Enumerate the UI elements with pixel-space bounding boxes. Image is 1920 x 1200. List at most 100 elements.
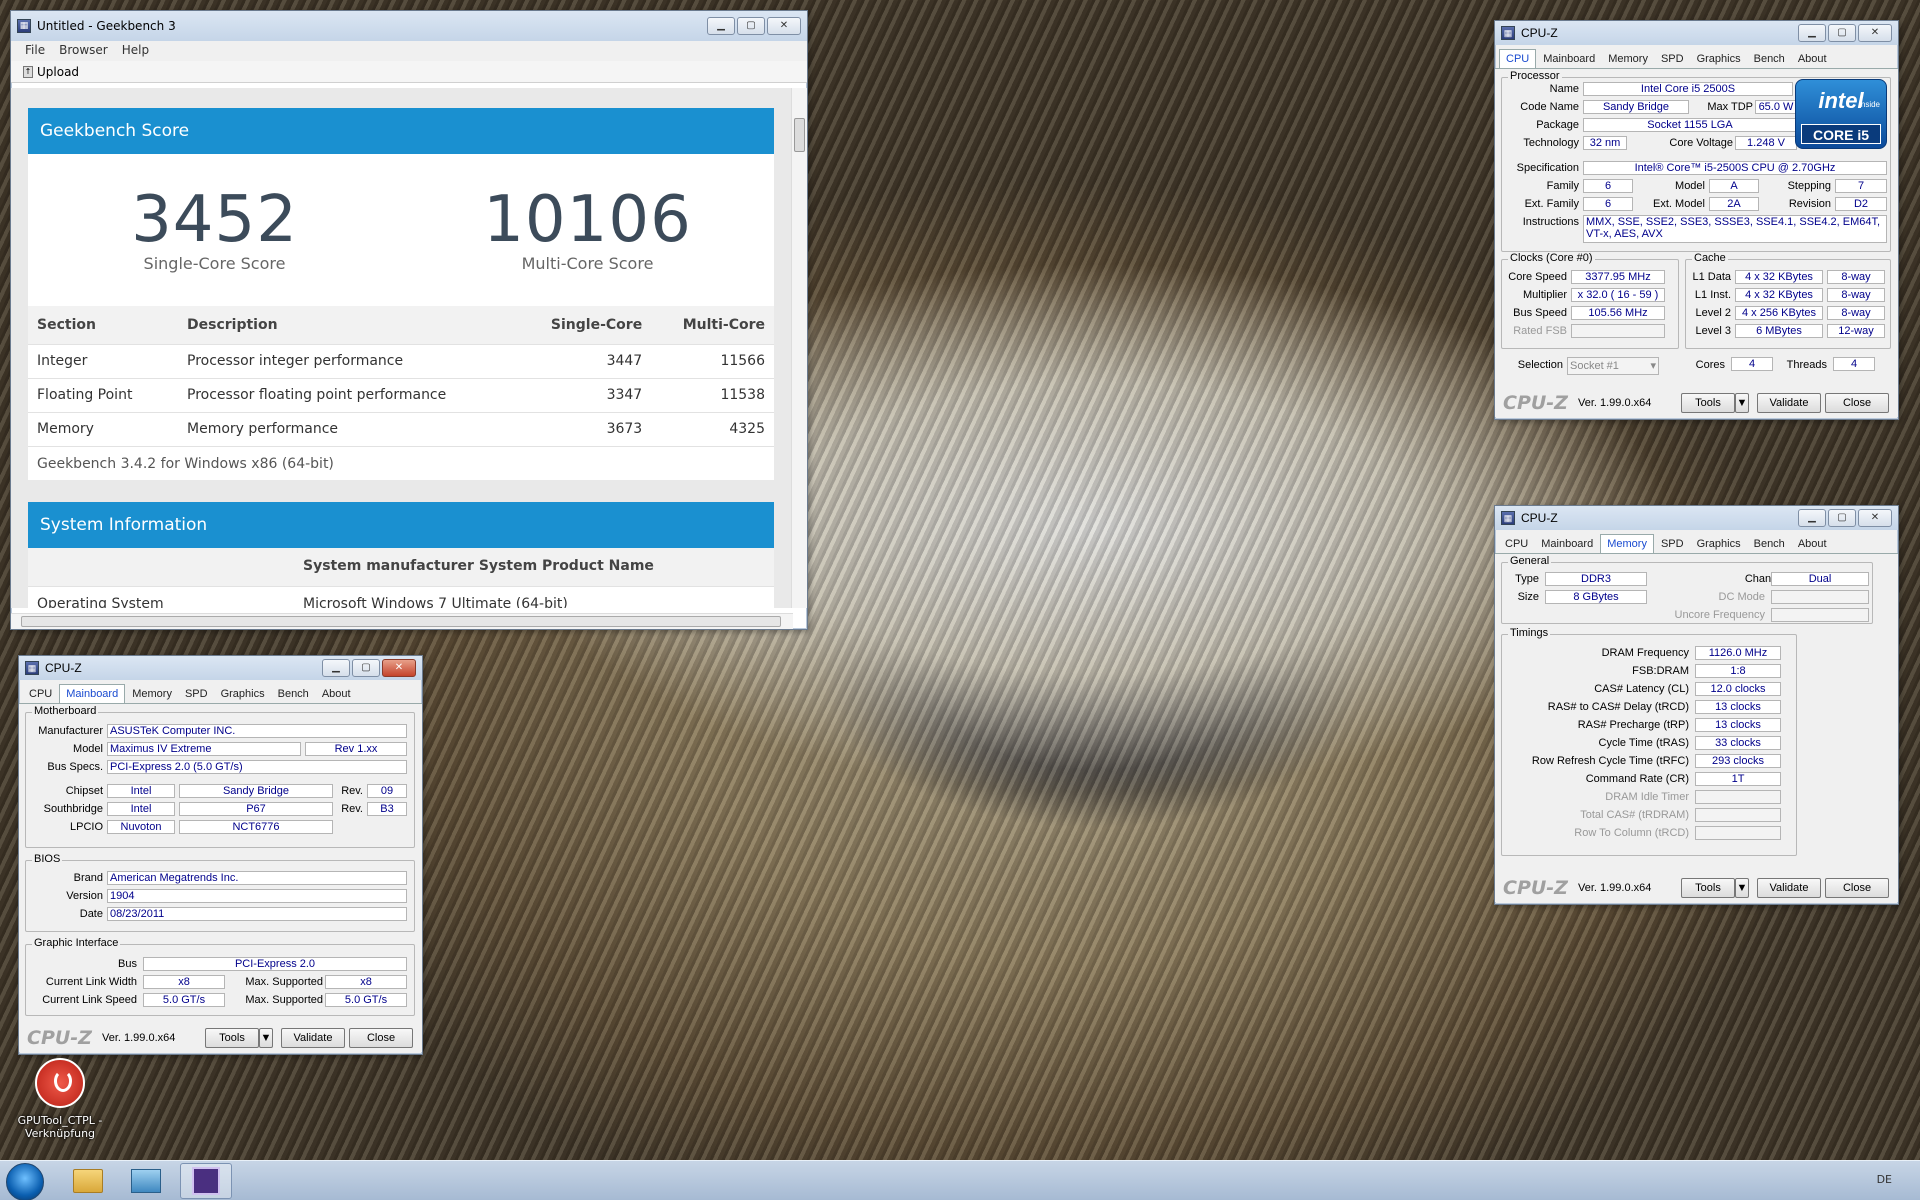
tab-memory[interactable]: Memory bbox=[126, 685, 178, 703]
package-value: Socket 1155 LGA bbox=[1583, 118, 1797, 132]
upload-icon: ↑ bbox=[23, 65, 33, 78]
tab-mainboard[interactable]: Mainboard bbox=[59, 684, 126, 703]
chipset-name: Sandy Bridge bbox=[179, 784, 333, 798]
scroll-thumb[interactable] bbox=[794, 118, 805, 152]
maximize-button[interactable]: ▢ bbox=[737, 17, 765, 35]
tab-about[interactable]: About bbox=[1792, 50, 1833, 68]
sysinfo-column-header: System manufacturer System Product Name bbox=[28, 548, 774, 586]
close-button[interactable]: ✕ bbox=[767, 17, 801, 35]
max-supported-width-value: x8 bbox=[325, 975, 407, 989]
l1-data-ways: 8-way bbox=[1827, 270, 1885, 284]
tools-button[interactable]: Tools bbox=[205, 1028, 259, 1048]
menu-bar: File Browser Help bbox=[11, 41, 807, 61]
upload-button[interactable]: Upload bbox=[37, 65, 79, 79]
tab-mainboard[interactable]: Mainboard bbox=[1535, 535, 1599, 553]
tab-about[interactable]: About bbox=[316, 685, 357, 703]
table-row: Floating Point Processor floating point … bbox=[28, 377, 774, 412]
uncore-freq-label: Uncore Frequency bbox=[1674, 609, 1766, 621]
tools-dropdown-icon[interactable]: ▼ bbox=[259, 1028, 273, 1048]
tab-graphics[interactable]: Graphics bbox=[1691, 50, 1747, 68]
row-description: Processor integer performance bbox=[178, 343, 518, 378]
tab-spd[interactable]: SPD bbox=[1655, 50, 1690, 68]
size-value: 8 GBytes bbox=[1545, 590, 1647, 604]
single-core-score-block: 3452 Single-Core Score bbox=[28, 154, 401, 306]
timing-label: RAS# Precharge (tRP) bbox=[1577, 719, 1689, 731]
ext-family-label: Ext. Family bbox=[1524, 198, 1579, 210]
bios-version-label: Version bbox=[66, 890, 103, 902]
group-title: Motherboard bbox=[32, 705, 99, 717]
close-button[interactable]: Close bbox=[1825, 878, 1889, 898]
tab-spd[interactable]: SPD bbox=[1655, 535, 1690, 553]
results-view: Geekbench Score 3452 Single-Core Score 1… bbox=[11, 88, 793, 608]
cpuz-titlebar[interactable]: ▦ CPU-Z ▁ ▢ ✕ bbox=[1495, 21, 1898, 45]
specification-value: Intel® Core™ i5-2500S CPU @ 2.70GHz bbox=[1583, 161, 1887, 175]
bus-speed-value: 105.56 MHz bbox=[1571, 306, 1665, 320]
desktop-shortcut-gputool[interactable]: GPUTool_CTPL - Verknüpfung bbox=[12, 1058, 108, 1140]
tab-cpu[interactable]: CPU bbox=[23, 685, 58, 703]
socket-select[interactable]: Socket #1 ▾ bbox=[1567, 357, 1659, 375]
minimize-button[interactable]: ▁ bbox=[1798, 24, 1826, 42]
tab-cpu[interactable]: CPU bbox=[1499, 535, 1534, 553]
start-button[interactable] bbox=[6, 1163, 44, 1200]
timing-value: 1126.0 MHz bbox=[1695, 646, 1781, 660]
cpuz-titlebar[interactable]: ▦ CPU-Z ▁ ▢ ✕ bbox=[19, 656, 422, 680]
tab-bench[interactable]: Bench bbox=[272, 685, 315, 703]
taskbar-geekbench[interactable] bbox=[120, 1163, 172, 1199]
tab-spd[interactable]: SPD bbox=[179, 685, 214, 703]
close-button[interactable]: ✕ bbox=[1858, 24, 1892, 42]
close-button[interactable]: ✕ bbox=[1858, 509, 1892, 527]
vertical-scrollbar[interactable] bbox=[791, 88, 807, 608]
tab-cpu[interactable]: CPU bbox=[1499, 49, 1537, 68]
language-indicator[interactable]: DE bbox=[1877, 1173, 1892, 1186]
timing-value: 13 clocks bbox=[1695, 700, 1781, 714]
gi-bus-label: Bus bbox=[118, 958, 137, 970]
tools-button[interactable]: Tools bbox=[1681, 878, 1735, 898]
menu-file[interactable]: File bbox=[25, 43, 45, 59]
geekbench-taskbar-icon bbox=[131, 1169, 161, 1193]
cpuz-titlebar[interactable]: ▦ CPU-Z ▁ ▢ ✕ bbox=[1495, 506, 1898, 530]
tab-memory[interactable]: Memory bbox=[1602, 50, 1654, 68]
scroll-thumb[interactable] bbox=[21, 616, 781, 627]
current-link-width-label: Current Link Width bbox=[45, 976, 137, 988]
tab-graphics[interactable]: Graphics bbox=[215, 685, 271, 703]
minimize-button[interactable]: ▁ bbox=[707, 17, 735, 35]
maximize-button[interactable]: ▢ bbox=[1828, 509, 1856, 527]
taskbar-cpuz[interactable] bbox=[180, 1163, 232, 1199]
horizontal-scrollbar[interactable] bbox=[11, 613, 793, 629]
maximize-button[interactable]: ▢ bbox=[1828, 24, 1856, 42]
table-row: Memory Memory performance 3673 4325 bbox=[28, 411, 774, 446]
cpuz-cpu-window: ▦ CPU-Z ▁ ▢ ✕ CPU Mainboard Memory SPD G… bbox=[1494, 20, 1899, 420]
validate-button[interactable]: Validate bbox=[1757, 393, 1821, 413]
tools-dropdown-icon[interactable]: ▼ bbox=[1735, 393, 1749, 413]
geekbench-titlebar[interactable]: ▦ Untitled - Geekbench 3 ▁ ▢ ✕ bbox=[11, 11, 807, 41]
specification-label: Specification bbox=[1516, 162, 1579, 174]
menu-browser[interactable]: Browser bbox=[59, 43, 108, 59]
version-label: Ver. 1.99.0.x64 bbox=[101, 1032, 176, 1044]
close-button[interactable]: Close bbox=[349, 1028, 413, 1048]
validate-button[interactable]: Validate bbox=[1757, 878, 1821, 898]
menu-help[interactable]: Help bbox=[122, 43, 149, 59]
l2-value: 4 x 256 KBytes bbox=[1735, 306, 1823, 320]
tab-about[interactable]: About bbox=[1792, 535, 1833, 553]
tools-button[interactable]: Tools bbox=[1681, 393, 1735, 413]
tab-memory[interactable]: Memory bbox=[1600, 534, 1654, 553]
minimize-button[interactable]: ▁ bbox=[322, 659, 350, 677]
taskbar-explorer[interactable] bbox=[62, 1163, 114, 1199]
timing-value bbox=[1695, 826, 1781, 840]
tab-bench[interactable]: Bench bbox=[1748, 50, 1791, 68]
cpuz-logo: CPU-Z bbox=[1503, 392, 1568, 414]
tab-bench[interactable]: Bench bbox=[1748, 535, 1791, 553]
current-link-speed-label: Current Link Speed bbox=[42, 994, 137, 1006]
channel-value: Dual bbox=[1771, 572, 1869, 586]
validate-button[interactable]: Validate bbox=[281, 1028, 345, 1048]
minimize-button[interactable]: ▁ bbox=[1798, 509, 1826, 527]
row-description: Processor floating point performance bbox=[178, 377, 518, 412]
tab-mainboard[interactable]: Mainboard bbox=[1537, 50, 1601, 68]
tab-graphics[interactable]: Graphics bbox=[1691, 535, 1747, 553]
core-speed-label: Core Speed bbox=[1508, 271, 1567, 283]
row-description: Memory performance bbox=[178, 411, 518, 446]
tools-dropdown-icon[interactable]: ▼ bbox=[1735, 878, 1749, 898]
close-button[interactable]: Close bbox=[1825, 393, 1889, 413]
maximize-button[interactable]: ▢ bbox=[352, 659, 380, 677]
close-button[interactable]: ✕ bbox=[382, 659, 416, 677]
